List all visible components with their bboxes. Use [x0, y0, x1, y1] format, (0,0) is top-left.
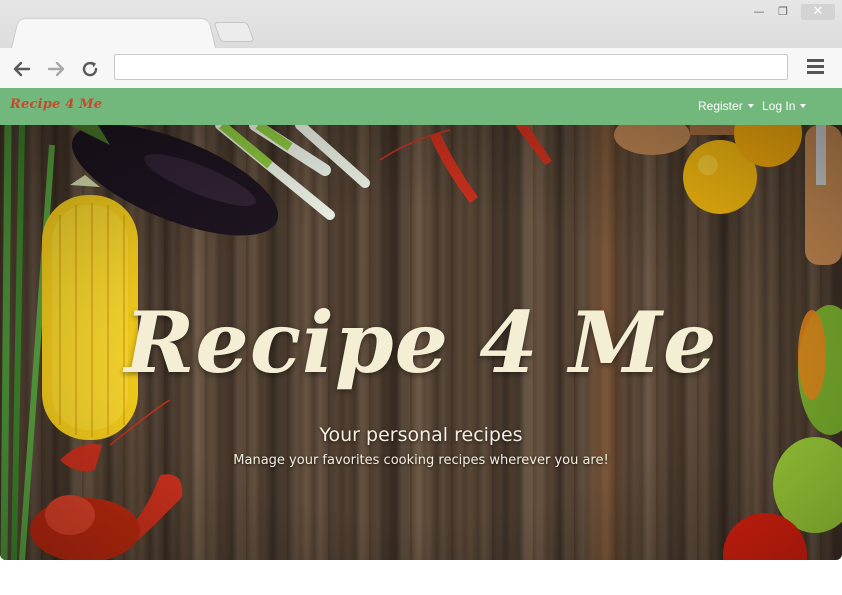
restore-button[interactable]: ❐: [776, 4, 790, 20]
forward-button[interactable]: [45, 58, 67, 80]
back-button[interactable]: [11, 58, 33, 80]
brand-logo[interactable]: Recipe 4 Me: [10, 97, 102, 112]
login-dropdown[interactable]: Log In: [762, 99, 807, 113]
caret-down-icon: [747, 104, 754, 108]
hamburger-line: [807, 65, 824, 68]
browser-tab-active[interactable]: [10, 18, 217, 53]
arrow-left-icon: [13, 61, 31, 77]
login-label: Log In: [762, 99, 796, 113]
hamburger-line: [807, 71, 824, 74]
minimize-button[interactable]: —: [752, 4, 766, 20]
browser-menu-button[interactable]: [806, 56, 826, 78]
site-navbar: Recipe 4 Me Register Log In: [0, 88, 842, 125]
browser-toolbar: [0, 48, 842, 89]
reload-icon: [82, 61, 98, 77]
hero-title: Recipe 4 Me: [124, 293, 718, 392]
arrow-right-icon: [47, 61, 65, 77]
caret-down-icon: [800, 104, 807, 108]
register-dropdown[interactable]: Register: [698, 99, 754, 113]
new-tab-button[interactable]: [213, 22, 255, 42]
close-window-button[interactable]: ✕: [801, 4, 835, 20]
hero-banner: Recipe 4 Me Your personal recipes Manage…: [0, 125, 842, 560]
register-label: Register: [698, 99, 743, 113]
browser-titlebar: — ❐ ✕: [0, 0, 842, 53]
reload-button[interactable]: [79, 58, 101, 80]
hero-subtitle: Your personal recipes: [319, 424, 523, 446]
address-bar[interactable]: [114, 54, 788, 80]
hero-tagline: Manage your favorites cooking recipes wh…: [233, 453, 609, 468]
hamburger-menu-icon: [807, 59, 824, 62]
